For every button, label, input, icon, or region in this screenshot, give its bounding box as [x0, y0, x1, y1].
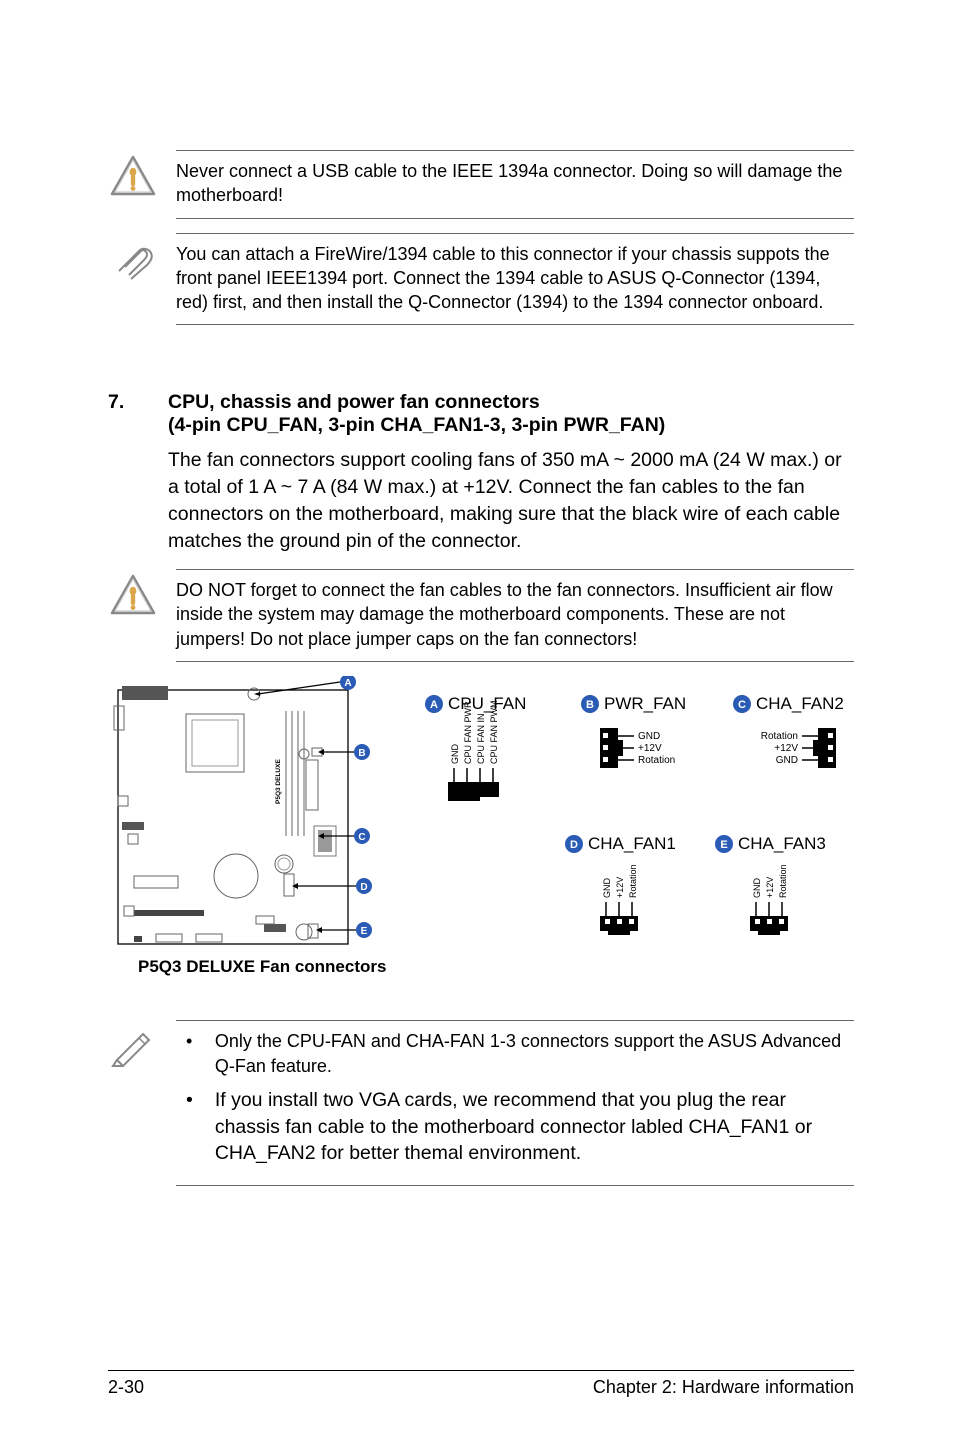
bullet-icon: • — [176, 1029, 193, 1079]
svg-text:E: E — [361, 926, 368, 937]
svg-text:Rotation: Rotation — [628, 864, 638, 898]
bullet-icon: • — [176, 1087, 193, 1168]
svg-text:Rotation: Rotation — [778, 864, 788, 898]
svg-text:+12V: +12V — [638, 743, 662, 754]
figure-caption: P5Q3 DELUXE Fan connectors — [138, 957, 386, 976]
svg-text:CHA_FAN1: CHA_FAN1 — [588, 834, 676, 853]
svg-text:D: D — [360, 882, 367, 893]
connector-labels-row2: D CHA_FAN1 E CHA_FAN3 — [565, 834, 826, 853]
caution-icon — [108, 569, 158, 617]
caution-text: DO NOT forget to connect the fan cables … — [176, 569, 854, 662]
svg-text:CPU FAN IN: CPU FAN IN — [476, 713, 486, 764]
svg-text:+12V: +12V — [765, 877, 775, 898]
caution-usb-1394: Never connect a USB cable to the IEEE 13… — [108, 150, 854, 219]
svg-text:CPU FAN PWR: CPU FAN PWR — [463, 701, 473, 764]
caution-text: Never connect a USB cable to the IEEE 13… — [176, 150, 854, 219]
pwr-fan-connector: GND +12V Rotation — [600, 728, 675, 768]
motherboard-diagram: P5Q3 DELUXE — [114, 686, 348, 944]
svg-text:P5Q3 DELUXE: P5Q3 DELUXE — [275, 759, 282, 804]
svg-text:Rotation: Rotation — [638, 755, 675, 766]
svg-text:B: B — [358, 748, 365, 759]
cpu-fan-connector: GND CPU FAN PWR CPU FAN IN CPU FAN PWM — [448, 700, 499, 801]
caution-icon — [108, 150, 158, 198]
svg-text:E: E — [720, 839, 727, 851]
svg-text:CHA_FAN2: CHA_FAN2 — [756, 694, 844, 713]
svg-text:GND: GND — [602, 878, 612, 899]
svg-text:A: A — [344, 678, 351, 689]
page-number: 2-30 — [108, 1377, 144, 1398]
svg-text:+12V: +12V — [615, 877, 625, 898]
note-cpu-q-fan: • Only the CPU-FAN and CHA-FAN 1-3 conne… — [108, 1020, 854, 1186]
svg-text:D: D — [570, 839, 578, 851]
svg-text:B: B — [586, 699, 594, 711]
callout-labels: A B C D E — [254, 676, 372, 938]
bullet-text: If you install two VGA cards, we recomme… — [215, 1087, 854, 1168]
cha-fan3-connector: GND +12V Rotation — [750, 864, 788, 935]
note-text-block: • Only the CPU-FAN and CHA-FAN 1-3 conne… — [176, 1020, 854, 1186]
section-body: The fan connectors support cooling fans … — [168, 447, 854, 555]
note-firewire: You can attach a FireWire/1394 cable to … — [108, 233, 854, 326]
page-footer: 2-30 Chapter 2: Hardware information — [108, 1370, 854, 1398]
note-text: You can attach a FireWire/1394 cable to … — [176, 233, 854, 326]
svg-text:CPU_FAN: CPU_FAN — [448, 694, 526, 713]
paperclip-icon — [108, 233, 158, 283]
svg-text:C: C — [358, 832, 365, 843]
svg-text:CPU FAN PWM: CPU FAN PWM — [489, 700, 499, 764]
svg-text:A: A — [430, 699, 438, 711]
svg-text:GND: GND — [638, 731, 660, 742]
caution-do-not-forget: DO NOT forget to connect the fan cables … — [108, 569, 854, 662]
bullet-text: Only the CPU-FAN and CHA-FAN 1-3 connect… — [215, 1029, 854, 1079]
svg-text:+12V: +12V — [774, 743, 798, 754]
chapter-label: Chapter 2: Hardware information — [593, 1377, 854, 1398]
svg-text:CHA_FAN3: CHA_FAN3 — [738, 834, 826, 853]
section-title: CPU, chassis and power fan connectors (4… — [168, 391, 665, 437]
svg-text:GND: GND — [776, 755, 798, 766]
section-number: 7. — [108, 391, 138, 437]
svg-text:GND: GND — [752, 878, 762, 899]
cha-fan2-connector: Rotation +12V GND — [761, 728, 836, 768]
svg-text:GND: GND — [450, 744, 460, 765]
cha-fan1-connector: GND +12V Rotation — [600, 864, 638, 935]
fan-connector-figure: P5Q3 DELUXE A B — [108, 676, 854, 996]
pencil-icon — [108, 1020, 158, 1068]
svg-text:Rotation: Rotation — [761, 731, 798, 742]
connector-labels-row1: A CPU_FAN B PWR_FAN C CHA_FAN2 — [425, 694, 844, 713]
svg-text:C: C — [738, 699, 746, 711]
svg-text:PWR_FAN: PWR_FAN — [604, 694, 686, 713]
section-heading: 7. CPU, chassis and power fan connectors… — [108, 391, 854, 437]
